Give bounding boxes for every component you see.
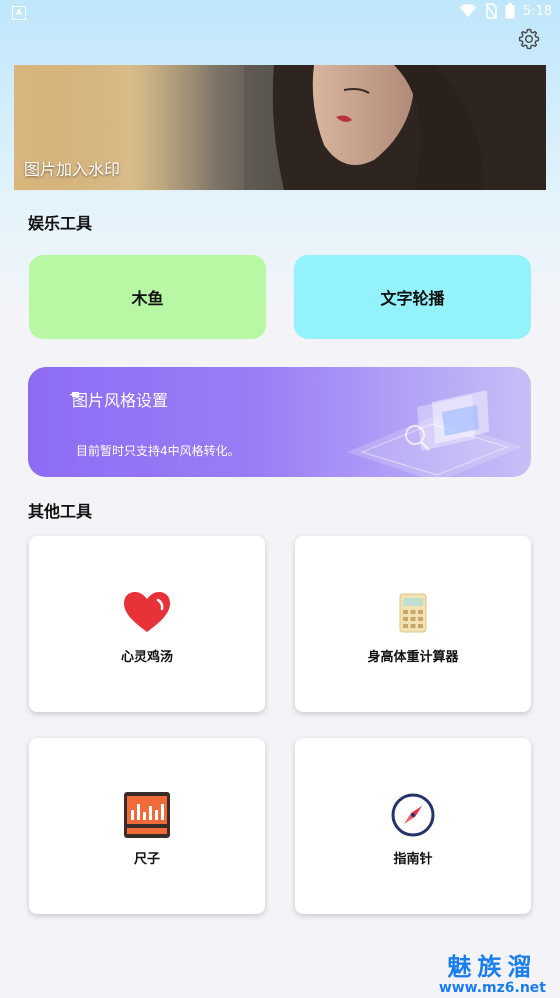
compass-label: 指南针 [393, 852, 433, 867]
ruler-icon [124, 792, 170, 838]
banner-label: 图片加入水印 [24, 160, 121, 179]
site-watermark: 魅族溜 www.mz6.net [439, 954, 546, 996]
text-scroll-card[interactable]: 文字轮播 [294, 255, 531, 339]
section-title-entertainment: 娱乐工具 [28, 214, 93, 233]
status-time: 5:18 [522, 3, 552, 19]
image-style-description: 目前暂时只支持4中风格转化。 [76, 444, 240, 458]
status-bar: A 5:18 [0, 0, 560, 26]
motivational-quotes-label: 心灵鸡汤 [120, 650, 173, 665]
compass-icon [391, 793, 435, 837]
heart-icon [124, 592, 170, 632]
battery-icon [505, 3, 515, 19]
watermark-banner[interactable]: 图片加入水印 [14, 65, 546, 190]
ruler-label: 尺子 [133, 852, 160, 867]
text-scroll-label: 文字轮播 [380, 289, 445, 308]
image-style-title: 图片风格设置 [72, 391, 169, 410]
compass-card[interactable]: 指南针 [295, 738, 531, 914]
bmi-calculator-card[interactable]: 身高体重计算器 [295, 536, 531, 712]
no-sim-icon [485, 3, 497, 19]
wooden-fish-label: 木鱼 [131, 289, 164, 308]
ruler-card[interactable]: 尺子 [29, 738, 265, 914]
bmi-calculator-label: 身高体重计算器 [367, 650, 459, 665]
watermark-url: www.mz6.net [438, 980, 546, 996]
wifi-icon [459, 4, 477, 17]
motivational-quotes-card[interactable]: 心灵鸡汤 [29, 536, 265, 712]
image-style-card[interactable]: 图片风格设置 目前暂时只支持4中风格转化。 [28, 367, 531, 477]
section-title-other-tools: 其他工具 [28, 502, 93, 521]
calculator-icon [399, 593, 427, 633]
image-illustration-icon [347, 390, 522, 477]
wooden-fish-card[interactable]: 木鱼 [29, 255, 266, 339]
notification-icon: A [12, 6, 26, 20]
watermark-brand: 魅族溜 [447, 953, 538, 981]
gear-icon[interactable] [517, 27, 541, 51]
